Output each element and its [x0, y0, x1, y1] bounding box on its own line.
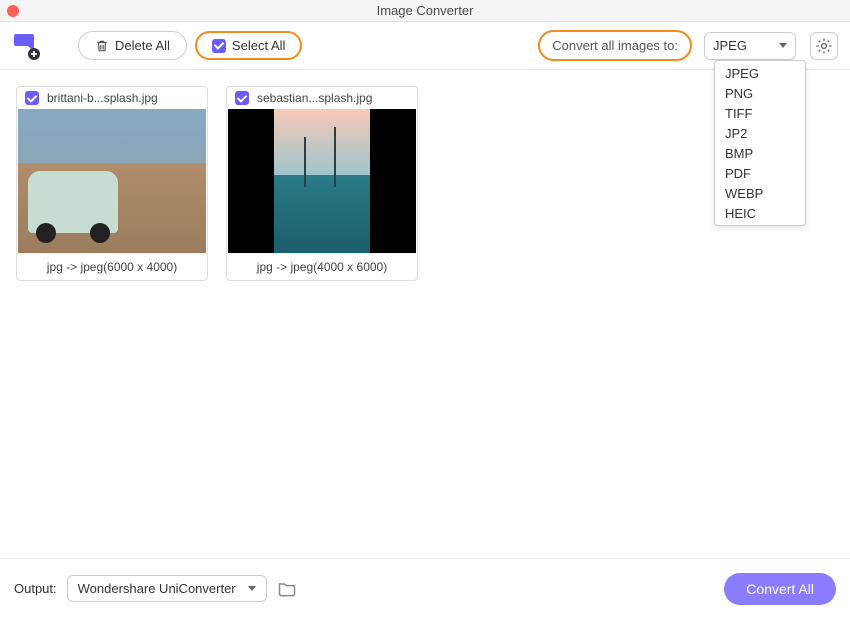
gear-icon: [815, 37, 833, 55]
format-select[interactable]: JPEG: [704, 32, 796, 60]
format-option-webp[interactable]: WEBP: [715, 183, 805, 203]
open-folder-button[interactable]: [277, 579, 297, 599]
format-option-pdf[interactable]: PDF: [715, 163, 805, 183]
image-thumbnail: [18, 109, 206, 253]
output-destination-value: Wondershare UniConverter: [78, 581, 236, 596]
window-title: Image Converter: [0, 3, 850, 18]
format-option-bmp[interactable]: BMP: [715, 143, 805, 163]
image-conversion-info: jpg -> jpeg(6000 x 4000): [17, 253, 207, 280]
delete-all-label: Delete All: [115, 38, 170, 53]
format-option-jp2[interactable]: JP2: [715, 123, 805, 143]
window-close-button[interactable]: [7, 5, 19, 17]
format-option-png[interactable]: PNG: [715, 83, 805, 103]
delete-all-button[interactable]: Delete All: [78, 31, 187, 60]
convert-to-label: Convert all images to:: [538, 30, 692, 61]
image-checkbox[interactable]: [235, 91, 249, 105]
format-selected-value: JPEG: [713, 38, 747, 53]
convert-all-label: Convert All: [746, 581, 814, 597]
format-dropdown: JPEG PNG TIFF JP2 BMP PDF WEBP HEIC: [714, 60, 806, 226]
image-filename: brittani-b...splash.jpg: [47, 91, 158, 105]
image-thumbnail: [228, 109, 416, 253]
titlebar: Image Converter: [0, 0, 850, 22]
settings-button[interactable]: [810, 32, 838, 60]
format-option-tiff[interactable]: TIFF: [715, 103, 805, 123]
image-card[interactable]: sebastian...splash.jpg jpg -> jpeg(4000 …: [226, 86, 418, 281]
image-card[interactable]: brittani-b...splash.jpg jpg -> jpeg(6000…: [16, 86, 208, 281]
convert-all-button[interactable]: Convert All: [724, 573, 836, 605]
image-conversion-info: jpg -> jpeg(4000 x 6000): [227, 253, 417, 280]
trash-icon: [95, 39, 109, 53]
bottom-bar: Output: Wondershare UniConverter Convert…: [0, 558, 850, 618]
output-label: Output:: [14, 581, 57, 596]
chevron-down-icon: [779, 43, 787, 48]
add-image-button[interactable]: [12, 32, 40, 60]
select-all-label: Select All: [232, 38, 285, 53]
select-all-button[interactable]: Select All: [195, 31, 302, 60]
image-checkbox[interactable]: [25, 91, 39, 105]
chevron-down-icon: [248, 586, 256, 591]
select-all-checkbox-icon: [212, 39, 226, 53]
format-option-jpeg[interactable]: JPEG: [715, 63, 805, 83]
image-filename: sebastian...splash.jpg: [257, 91, 372, 105]
output-destination-select[interactable]: Wondershare UniConverter: [67, 575, 267, 602]
format-option-heic[interactable]: HEIC: [715, 203, 805, 223]
